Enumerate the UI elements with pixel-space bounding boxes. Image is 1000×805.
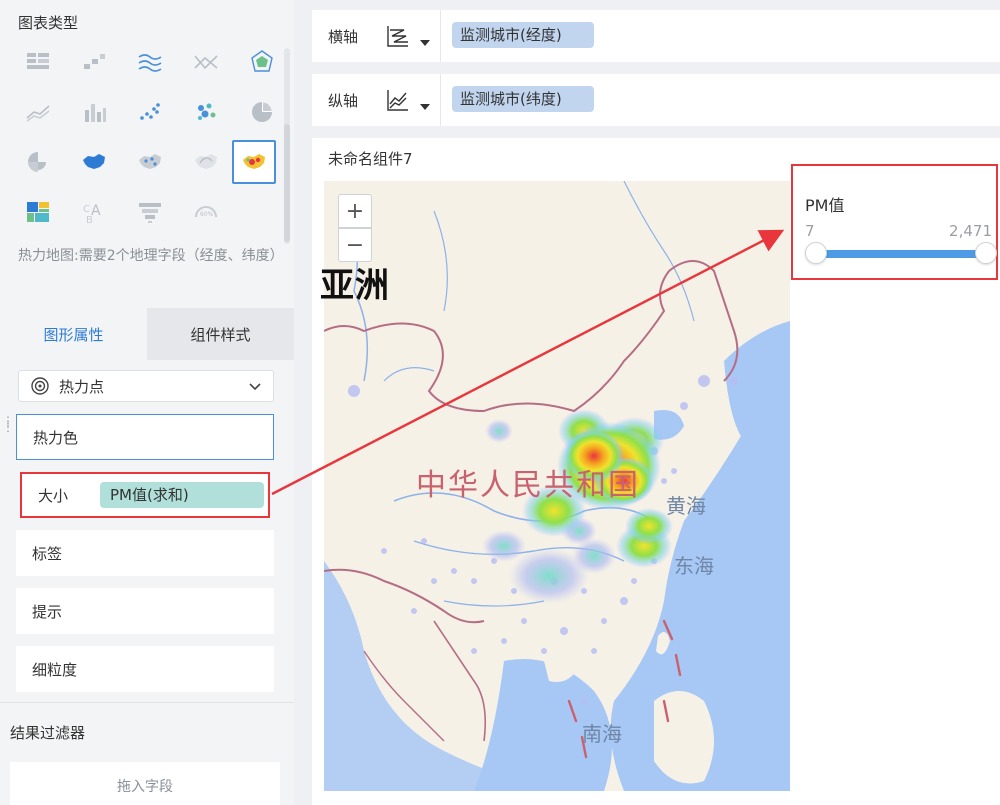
legend-min-value: 7 [805, 222, 815, 240]
pie-chart-icon[interactable] [242, 92, 282, 132]
gauge-icon[interactable]: 60% [186, 192, 226, 232]
x-axis-type-icon[interactable] [384, 22, 412, 50]
cross-line-icon[interactable] [186, 42, 226, 82]
result-filter-title: 结果过滤器 [10, 724, 86, 742]
yellow-sea-label: 黄海 [666, 494, 706, 518]
granularity-property[interactable]: 细粒度 [16, 646, 274, 692]
x-axis-shelf: 横轴 监测城市(经度) [312, 10, 1000, 62]
size-label: 大小 [38, 486, 69, 505]
y-axis-type-icon[interactable] [384, 86, 412, 114]
x-axis-label: 横轴 [328, 28, 359, 46]
line-chart-icon[interactable] [18, 92, 58, 132]
south-sea-label: 南海 [582, 722, 622, 746]
x-axis-separator [440, 10, 441, 62]
left-panel: 图表类型 C A B 60% 热力地图:需要2个地理字段（经度、纬度） 图形属性… [0, 0, 294, 805]
y-axis-field-pill[interactable]: 监测城市(纬度) [452, 86, 594, 112]
x-axis-caret-icon[interactable] [420, 40, 430, 46]
legend-min-handle[interactable] [805, 242, 827, 264]
legend-title: PM值 [805, 196, 845, 215]
chart-types-scrollbar-thumb[interactable] [284, 124, 290, 242]
tooltip-label: 提示 [32, 602, 63, 621]
size-property[interactable]: 大小 PM值(求和) [20, 472, 270, 518]
bubble-icon[interactable] [186, 92, 226, 132]
property-tabs: 图形属性 组件样式 [0, 308, 294, 360]
drag-handle-icon[interactable]: ⋮ ⋮ [2, 415, 14, 433]
rose-chart-icon[interactable] [18, 142, 58, 182]
wave-line-icon[interactable] [130, 42, 170, 82]
mark-type-select[interactable]: 热力点 [18, 370, 274, 402]
widget-title: 未命名组件7 [328, 150, 413, 168]
filter-drop-zone[interactable]: 拖入字段 [10, 762, 280, 805]
legend-range-bar [813, 250, 985, 258]
mark-type-value: 热力点 [59, 377, 105, 396]
y-axis-separator [440, 74, 441, 126]
point-map-icon[interactable] [130, 142, 170, 182]
label-label: 标签 [32, 544, 63, 563]
scatter-icon[interactable] [130, 92, 170, 132]
word-cloud-icon[interactable]: CAB [74, 192, 114, 232]
svg-text:B: B [86, 215, 93, 226]
tab-component-style[interactable]: 组件样式 [147, 308, 294, 360]
tab-graphic-properties[interactable]: 图形属性 [0, 308, 147, 360]
y-axis-label: 纵轴 [328, 92, 359, 110]
funnel-icon[interactable] [130, 192, 170, 232]
section-divider [0, 702, 294, 703]
heat-color-property[interactable]: 热力色 [16, 414, 274, 460]
treemap-icon[interactable] [18, 192, 58, 232]
heat-map-icon[interactable] [232, 140, 276, 184]
cross-table-icon[interactable] [74, 42, 114, 82]
pm-value-legend: PM值 7 2,471 [791, 164, 998, 280]
svg-text:C: C [83, 204, 90, 215]
heat-point-icon [31, 377, 49, 395]
grouped-table-icon[interactable] [18, 42, 58, 82]
chevron-down-icon [249, 383, 261, 391]
chart-types-title: 图表类型 [18, 14, 79, 32]
zoom-in-button[interactable]: + [338, 194, 372, 228]
continent-label: 亚洲 [320, 266, 390, 306]
bar-chart-icon[interactable] [74, 92, 114, 132]
tooltip-property[interactable]: 提示 [16, 588, 274, 634]
legend-max-handle[interactable] [975, 242, 997, 264]
y-axis-shelf: 纵轴 监测城市(纬度) [312, 74, 1000, 126]
gauge-value: 60% [200, 211, 214, 218]
y-axis-caret-icon[interactable] [420, 104, 430, 110]
radar-icon[interactable] [242, 42, 282, 82]
area-map-icon[interactable] [74, 142, 114, 182]
legend-max-value: 2,471 [949, 222, 992, 240]
east-sea-label: 东海 [674, 554, 714, 578]
country-label: 中华人民共和国 [416, 468, 640, 503]
size-field-pill[interactable]: PM值(求和) [100, 482, 264, 508]
chart-type-description: 热力地图:需要2个地理字段（经度、纬度） [18, 248, 284, 264]
label-property[interactable]: 标签 [16, 530, 274, 576]
granularity-label: 细粒度 [32, 660, 78, 679]
zoom-out-button[interactable]: − [338, 228, 372, 262]
x-axis-field-pill[interactable]: 监测城市(经度) [452, 22, 594, 48]
flow-map-icon[interactable] [186, 142, 226, 182]
heat-color-label: 热力色 [33, 428, 79, 447]
